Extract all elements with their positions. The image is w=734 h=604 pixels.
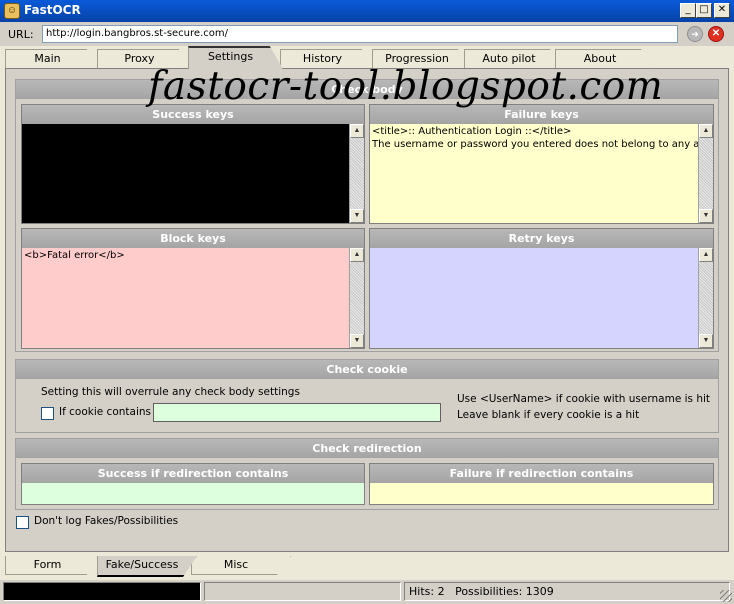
watermark-text: fastocr-tool.blogspot.com — [148, 64, 664, 109]
success-keys-scrollbar[interactable]: ▲ ▼ — [349, 124, 364, 223]
block-keys-title: Block keys — [22, 229, 364, 248]
redirect-success-input[interactable] — [22, 483, 364, 504]
url-input[interactable]: http://login.bangbros.st-secure.com/ — [42, 25, 678, 43]
hits-count: Hits: 2 — [409, 585, 445, 598]
cookie-checkbox[interactable] — [41, 407, 54, 420]
possibilities-count: Possibilities: 1309 — [455, 585, 554, 598]
close-button[interactable]: ✕ — [714, 3, 730, 18]
scroll-up-icon[interactable]: ▲ — [350, 124, 364, 138]
title-bar: ☺ FastOCR _ □ ✕ — [0, 0, 734, 22]
dont-log-label: Don't log Fakes/Possibilities — [34, 515, 179, 527]
check-cookie-group: Check cookie Setting this will overrule … — [15, 359, 719, 433]
stop-icon[interactable]: ✕ — [708, 26, 724, 42]
status-hits: Hits: 2 Possibilities: 1309 — [404, 582, 730, 601]
scroll-down-icon[interactable]: ▼ — [699, 334, 713, 348]
block-keys-input[interactable]: <b>Fatal error</b> — [22, 248, 349, 348]
maximize-button[interactable]: □ — [696, 3, 712, 18]
resize-grip-icon[interactable] — [720, 590, 732, 602]
scroll-down-icon[interactable]: ▼ — [350, 209, 364, 223]
scroll-down-icon[interactable]: ▼ — [699, 209, 713, 223]
cookie-input[interactable] — [153, 403, 441, 422]
app-icon: ☺ — [4, 3, 20, 19]
retry-keys-title: Retry keys — [370, 229, 713, 248]
status-bar: Hits: 2 Possibilities: 1309 — [0, 580, 734, 604]
check-redirection-title: Check redirection — [16, 439, 718, 458]
cookie-checkbox-label: If cookie contains — [59, 406, 151, 418]
settings-content: Check body Success keys ▲ ▼ Failure keys… — [5, 68, 729, 552]
tab-form[interactable]: Form — [5, 556, 100, 575]
retry-keys-input[interactable] — [370, 248, 698, 348]
dont-log-checkbox[interactable] — [16, 516, 29, 529]
redirect-failure-title: Failure if redirection contains — [370, 464, 713, 483]
success-keys-panel: Success keys ▲ ▼ — [21, 104, 365, 224]
cookie-hint-blank: Leave blank if every cookie is a hit — [457, 409, 640, 421]
success-keys-input[interactable] — [22, 124, 349, 223]
url-bar: URL: http://login.bangbros.st-secure.com… — [0, 22, 734, 46]
status-progress — [3, 582, 201, 601]
failure-keys-panel: Failure keys <title>:: Authentication Lo… — [369, 104, 714, 224]
retry-keys-scrollbar[interactable]: ▲ ▼ — [698, 248, 713, 348]
check-cookie-title: Check cookie — [16, 360, 718, 379]
check-redirection-group: Check redirection Success if redirection… — [15, 438, 719, 510]
url-label: URL: — [8, 28, 34, 41]
window-title: FastOCR — [24, 3, 81, 17]
redirect-failure-input[interactable] — [370, 483, 713, 504]
failure-keys-scrollbar[interactable]: ▲ ▼ — [698, 124, 713, 223]
redirect-success-title: Success if redirection contains — [22, 464, 364, 483]
minimize-button[interactable]: _ — [680, 3, 696, 18]
block-keys-scrollbar[interactable]: ▲ ▼ — [349, 248, 364, 348]
redirect-success-panel: Success if redirection contains — [21, 463, 365, 505]
failure-keys-input[interactable]: <title>:: Authentication Login ::</title… — [370, 124, 698, 223]
cookie-hint-username: Use <UserName> if cookie with username i… — [457, 393, 711, 405]
scroll-up-icon[interactable]: ▲ — [699, 248, 713, 262]
status-empty — [204, 582, 401, 601]
redirect-failure-panel: Failure if redirection contains — [369, 463, 714, 505]
check-body-group: Check body Success keys ▲ ▼ Failure keys… — [15, 79, 719, 352]
bottom-tab-bar: Form Fake/Success Misc — [5, 556, 729, 577]
scroll-down-icon[interactable]: ▼ — [350, 334, 364, 348]
scroll-up-icon[interactable]: ▲ — [699, 124, 713, 138]
retry-keys-panel: Retry keys ▲ ▼ — [369, 228, 714, 349]
go-icon[interactable]: ➜ — [687, 26, 703, 42]
tab-fake-success[interactable]: Fake/Success — [97, 556, 197, 577]
tab-misc[interactable]: Misc — [191, 556, 291, 575]
tab-main[interactable]: Main — [5, 49, 100, 69]
block-keys-panel: Block keys <b>Fatal error</b> ▲ ▼ — [21, 228, 365, 349]
cookie-note: Setting this will overrule any check bod… — [41, 386, 300, 398]
scroll-up-icon[interactable]: ▲ — [350, 248, 364, 262]
